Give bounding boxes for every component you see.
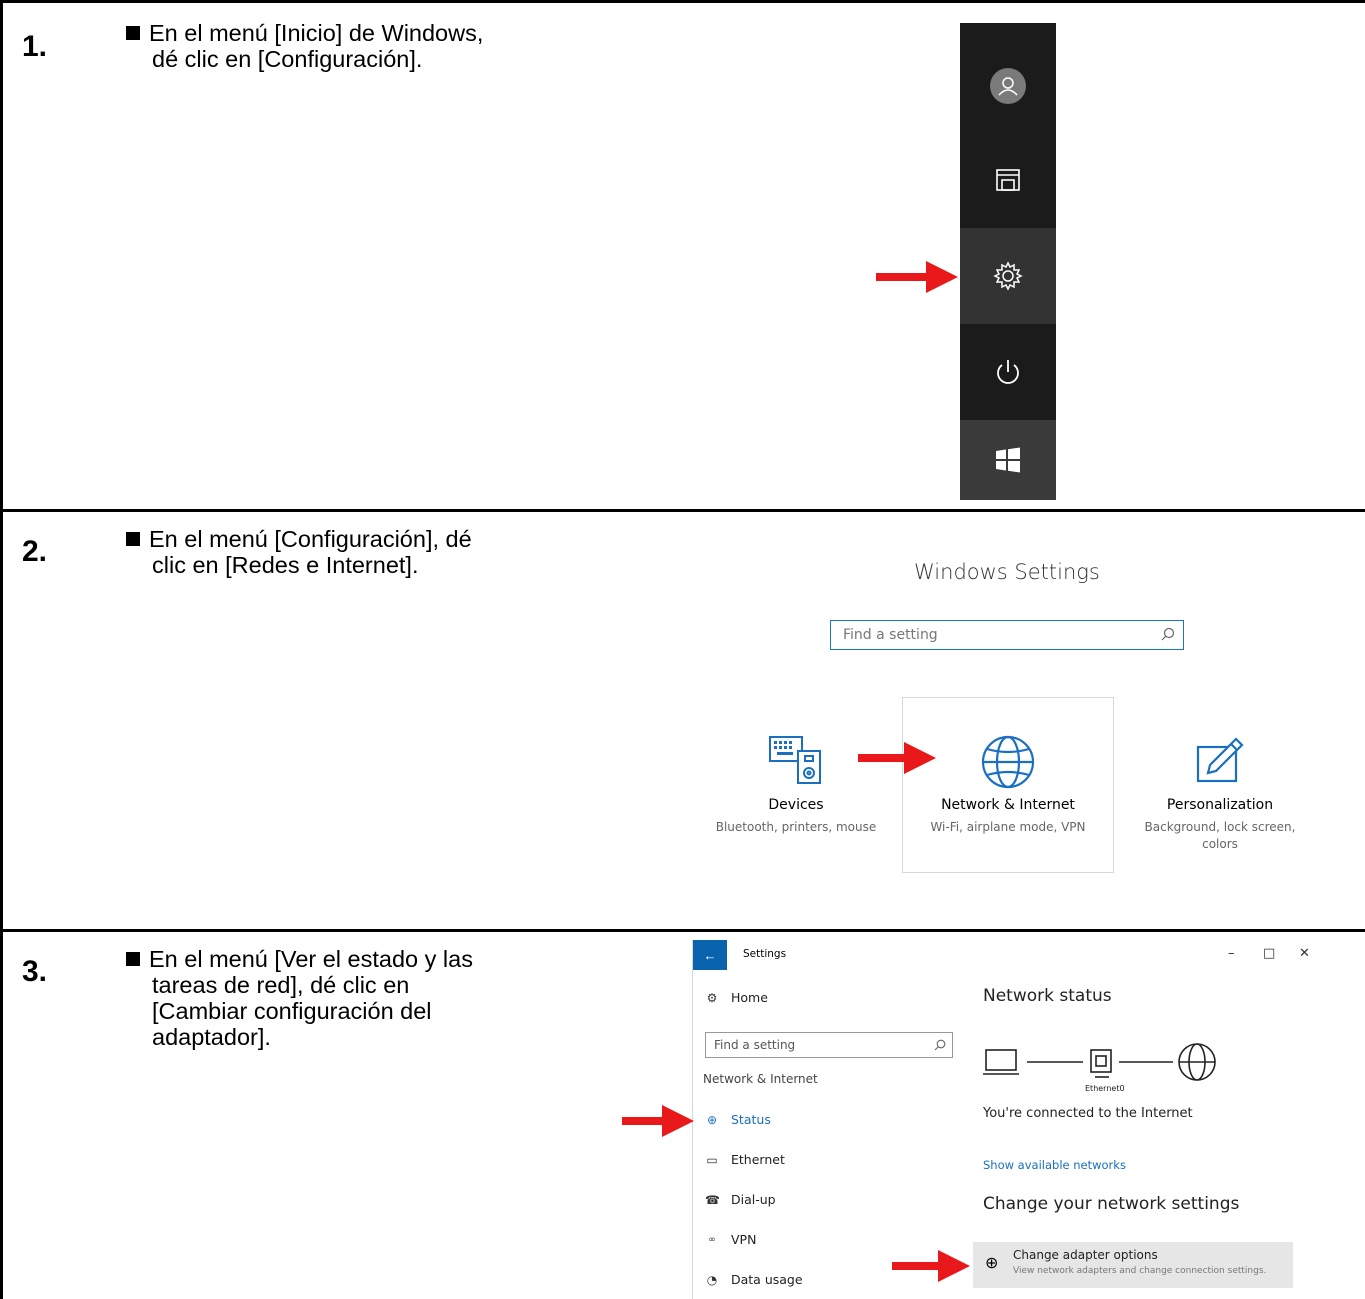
bullet-square-icon bbox=[126, 26, 140, 40]
globe-icon: ⊕ bbox=[706, 1112, 718, 1127]
adapter-option-description: View network adapters and change connect… bbox=[1013, 1266, 1267, 1276]
start-file-explorer-button[interactable] bbox=[960, 132, 1056, 228]
adapter-globe-icon: ⊕ bbox=[985, 1255, 999, 1272]
pointer-arrow-icon bbox=[876, 261, 958, 293]
row-divider-1 bbox=[0, 509, 1365, 512]
search-icon bbox=[1161, 627, 1175, 641]
devices-tile-description: Bluetooth, printers, mouse bbox=[715, 820, 877, 834]
step-instruction-1: En el menú [Inicio] de Windows, dé clic … bbox=[126, 20, 483, 72]
step-instruction-3: En el menú [Ver el estado y las tareas d… bbox=[126, 946, 473, 1050]
bullet-square-icon bbox=[126, 532, 140, 546]
nav-item-data-usage[interactable]: ◔ Data usage bbox=[705, 1272, 803, 1287]
ethernet-adapter-label: Ethernet0 bbox=[1085, 1084, 1125, 1093]
file-explorer-icon bbox=[996, 169, 1020, 191]
nav-item-vpn[interactable]: ∞ VPN bbox=[705, 1232, 756, 1247]
pointer-arrow-icon bbox=[622, 1105, 694, 1137]
home-label: Home bbox=[731, 990, 768, 1005]
bullet-square-icon bbox=[126, 952, 140, 966]
devices-icon bbox=[769, 736, 821, 784]
nav-search-placeholder: Find a setting bbox=[714, 1038, 796, 1052]
devices-tile-name[interactable]: Devices bbox=[716, 797, 876, 813]
vpn-icon: ∞ bbox=[708, 1234, 716, 1245]
show-networks-link[interactable]: Show available networks bbox=[983, 1158, 1126, 1172]
start-user-button[interactable] bbox=[960, 40, 1056, 132]
change-adapter-options-button[interactable]: ⊕ Change adapter options View network ad… bbox=[973, 1242, 1293, 1288]
nav-vpn-label: VPN bbox=[731, 1232, 757, 1247]
step-1-line-2: dé clic en [Configuración]. bbox=[152, 46, 423, 72]
ethernet-port-icon bbox=[1090, 1049, 1112, 1073]
personalization-tile-name[interactable]: Personalization bbox=[1130, 797, 1310, 813]
search-icon bbox=[934, 1039, 946, 1051]
settings-window: ← Settings – □ ✕ ⚙ Home Find a setting N… bbox=[692, 940, 1327, 1299]
table-border-left bbox=[0, 0, 3, 1299]
nav-status-label: Status bbox=[731, 1112, 771, 1127]
window-title: Settings bbox=[743, 948, 787, 960]
start-windows-button[interactable] bbox=[960, 420, 1056, 500]
step-number-2: 2. bbox=[22, 535, 48, 568]
nav-item-dialup[interactable]: ☎ Dial-up bbox=[705, 1192, 776, 1207]
step-number-3: 3. bbox=[22, 955, 48, 988]
maximize-button[interactable]: □ bbox=[1263, 946, 1275, 961]
personalization-tile-description: Background, lock screen, colors bbox=[1120, 819, 1320, 853]
nav-search-input[interactable]: Find a setting bbox=[705, 1032, 953, 1058]
step-instruction-2: En el menú [Configuración], dé clic en [… bbox=[126, 526, 472, 578]
network-internet-tile-name[interactable]: Network & Internet bbox=[908, 797, 1108, 813]
user-icon bbox=[990, 68, 1026, 104]
pointer-arrow-icon bbox=[858, 742, 936, 774]
search-placeholder: Find a setting bbox=[843, 627, 938, 643]
personalization-desc-line-1: Background, lock screen, bbox=[1144, 820, 1296, 834]
windows-settings-title: Windows Settings bbox=[914, 560, 1100, 584]
gear-icon: ⚙ bbox=[706, 990, 718, 1005]
table-border-top bbox=[0, 0, 1365, 3]
back-button[interactable]: ← bbox=[693, 940, 727, 970]
data-usage-icon: ◔ bbox=[706, 1272, 718, 1287]
step-3-line-1: En el menú [Ver el estado y las bbox=[149, 946, 473, 972]
title-bar: ← Settings – □ ✕ bbox=[693, 940, 1327, 970]
start-menu-strip bbox=[960, 23, 1056, 500]
nav-home-link[interactable]: ⚙ Home bbox=[705, 990, 768, 1005]
settings-search-input[interactable]: Find a setting bbox=[830, 620, 1184, 650]
close-button[interactable]: ✕ bbox=[1299, 946, 1310, 961]
network-status-heading: Network status bbox=[983, 986, 1112, 1006]
pointer-arrow-icon bbox=[892, 1250, 970, 1282]
change-settings-heading: Change your network settings bbox=[983, 1194, 1240, 1214]
nav-item-status[interactable]: ⊕ Status bbox=[705, 1112, 771, 1127]
globe-icon bbox=[981, 735, 1035, 789]
personalization-desc-line-2: colors bbox=[1202, 837, 1238, 851]
back-arrow-icon: ← bbox=[703, 947, 717, 963]
step-2-line-1: En el menú [Configuración], dé bbox=[149, 526, 472, 552]
ethernet-icon: ▭ bbox=[706, 1152, 718, 1167]
nav-ethernet-label: Ethernet bbox=[731, 1152, 785, 1167]
step-number-1: 1. bbox=[22, 30, 48, 63]
nav-dialup-label: Dial-up bbox=[731, 1192, 776, 1207]
power-icon bbox=[997, 360, 1019, 384]
step-3-line-3: [Cambiar configuración del bbox=[152, 998, 432, 1024]
minimize-button[interactable]: – bbox=[1228, 946, 1235, 961]
pc-icon bbox=[985, 1049, 1017, 1071]
step-3-line-2: tareas de red], dé clic en bbox=[152, 972, 410, 998]
row-divider-2 bbox=[0, 929, 1365, 932]
step-2-line-2: clic en [Redes e Internet]. bbox=[152, 552, 419, 578]
adapter-option-title: Change adapter options bbox=[1013, 1248, 1158, 1262]
settings-gear-icon bbox=[993, 261, 1023, 291]
nav-section-heading: Network & Internet bbox=[703, 1072, 818, 1086]
dialup-icon: ☎ bbox=[705, 1192, 720, 1207]
start-settings-button[interactable] bbox=[960, 228, 1056, 324]
network-internet-tile-description: Wi-Fi, airplane mode, VPN bbox=[930, 820, 1086, 834]
personalization-icon bbox=[1196, 737, 1244, 783]
step-3-line-4: adaptador]. bbox=[152, 1024, 271, 1050]
step-1-line-1: En el menú [Inicio] de Windows, bbox=[149, 20, 484, 46]
nav-item-ethernet[interactable]: ▭ Ethernet bbox=[705, 1152, 785, 1167]
start-power-button[interactable] bbox=[960, 324, 1056, 420]
connection-status-text: You're connected to the Internet bbox=[983, 1106, 1193, 1121]
windows-logo-icon bbox=[996, 447, 1020, 473]
nav-data-usage-label: Data usage bbox=[731, 1272, 803, 1287]
